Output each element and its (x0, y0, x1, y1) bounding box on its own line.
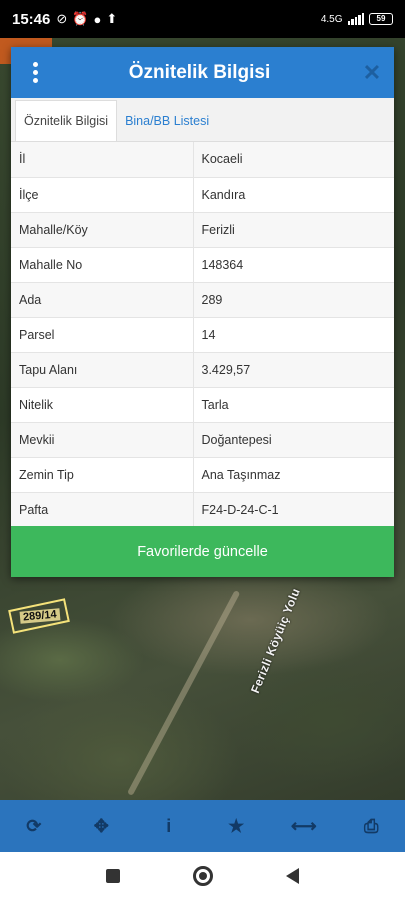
more-vert-icon[interactable] (11, 47, 59, 98)
table-row: Parsel 14 (11, 317, 394, 353)
recents-icon[interactable] (106, 869, 121, 883)
measure-icon[interactable]: ⟷ (284, 806, 324, 846)
table-row: Mevkii Doğantepesi (11, 422, 394, 458)
row-value: 148364 (193, 247, 394, 283)
row-value: Tarla (193, 387, 394, 423)
row-key: Mahalle/Köy (11, 212, 194, 248)
row-value: F24-D-24-C-1 (193, 492, 394, 528)
info-icon[interactable]: i (149, 806, 189, 846)
star-icon[interactable]: ★ (216, 806, 256, 846)
row-key: Mevkii (11, 422, 194, 458)
battery-icon: 59 (369, 13, 393, 25)
table-row: İlçe Kandıra (11, 177, 394, 213)
table-row: Mahalle/Köy Ferizli (11, 212, 394, 248)
table-row: Mahalle No 148364 (11, 247, 394, 283)
home-icon[interactable] (192, 866, 213, 886)
signal-icon (347, 13, 364, 25)
table-row: Ada 289 (11, 282, 394, 318)
row-key: Pafta (11, 492, 194, 528)
tab-attributes[interactable]: Öznitelik Bilgisi (15, 100, 118, 141)
row-value: Ferizli (193, 212, 394, 248)
row-value: Kandıra (193, 177, 394, 213)
row-key: İl (11, 142, 194, 178)
table-row: Nitelik Tarla (11, 387, 394, 423)
row-key: Parsel (11, 317, 194, 353)
row-value: Kocaeli (193, 142, 394, 178)
refresh-icon[interactable]: ⟳ (14, 806, 54, 846)
print-icon[interactable]: ⎙ (351, 806, 391, 846)
back-icon[interactable] (285, 868, 299, 884)
row-value: Doğantepesi (193, 422, 394, 458)
locate-icon[interactable]: ✥ (81, 806, 121, 846)
row-value: 289 (193, 282, 394, 318)
tab-bar: Öznitelik Bilgisi Bina/BB Listesi (11, 98, 394, 142)
dialog-title: Öznitelik Bilgisi (128, 61, 271, 83)
chat-icon: ● (93, 11, 102, 27)
row-key: Mahalle No (11, 247, 194, 283)
row-value: Ana Taşınmaz (193, 457, 394, 493)
wifi-off-icon: ⊘ (56, 11, 68, 26)
road-line (127, 590, 241, 796)
row-key: İlçe (11, 177, 194, 213)
attribute-dialog: Öznitelik Bilgisi ✕ Öznitelik Bilgisi Bi… (11, 47, 394, 577)
row-value: 14 (193, 317, 394, 353)
table-row: Zemin Tip Ana Taşınmaz (11, 457, 394, 493)
status-bar: 15:46 ⊘ ⏰ ● ⬆ 4.5G 59 (0, 0, 405, 38)
table-row: Pafta F24-D-24-C-1 (11, 492, 394, 528)
attribute-table: İl Kocaeli İlçe Kandıra Mahalle/Köy Ferizli… (11, 142, 394, 528)
row-key: Zemin Tip (11, 457, 194, 493)
row-key: Tapu Alanı (11, 352, 194, 388)
dialog-header: Öznitelik Bilgisi ✕ (11, 47, 394, 98)
table-row: Tapu Alanı 3.429,57 (11, 352, 394, 388)
row-key: Nitelik (11, 387, 194, 423)
upload-icon: ⬆ (106, 11, 118, 26)
row-value: 3.429,57 (193, 352, 394, 388)
table-row: İl Kocaeli (11, 142, 394, 178)
android-nav-bar (0, 852, 405, 900)
bottom-toolbar: ⟳ ✥ i ★ ⟷ ⎙ (0, 800, 405, 852)
alarm-icon: ⏰ (72, 11, 89, 26)
tab-building-list[interactable]: Bina/BB Listesi (117, 100, 217, 141)
update-favorites-button[interactable]: Favorilerde güncelle (11, 526, 394, 577)
network-type: 4.5G (320, 13, 343, 25)
road-label: Ferizli Köyüiç Yolu (248, 586, 303, 696)
clock: 15:46 (12, 10, 51, 28)
row-key: Ada (11, 282, 194, 318)
close-icon[interactable]: ✕ (350, 60, 394, 86)
